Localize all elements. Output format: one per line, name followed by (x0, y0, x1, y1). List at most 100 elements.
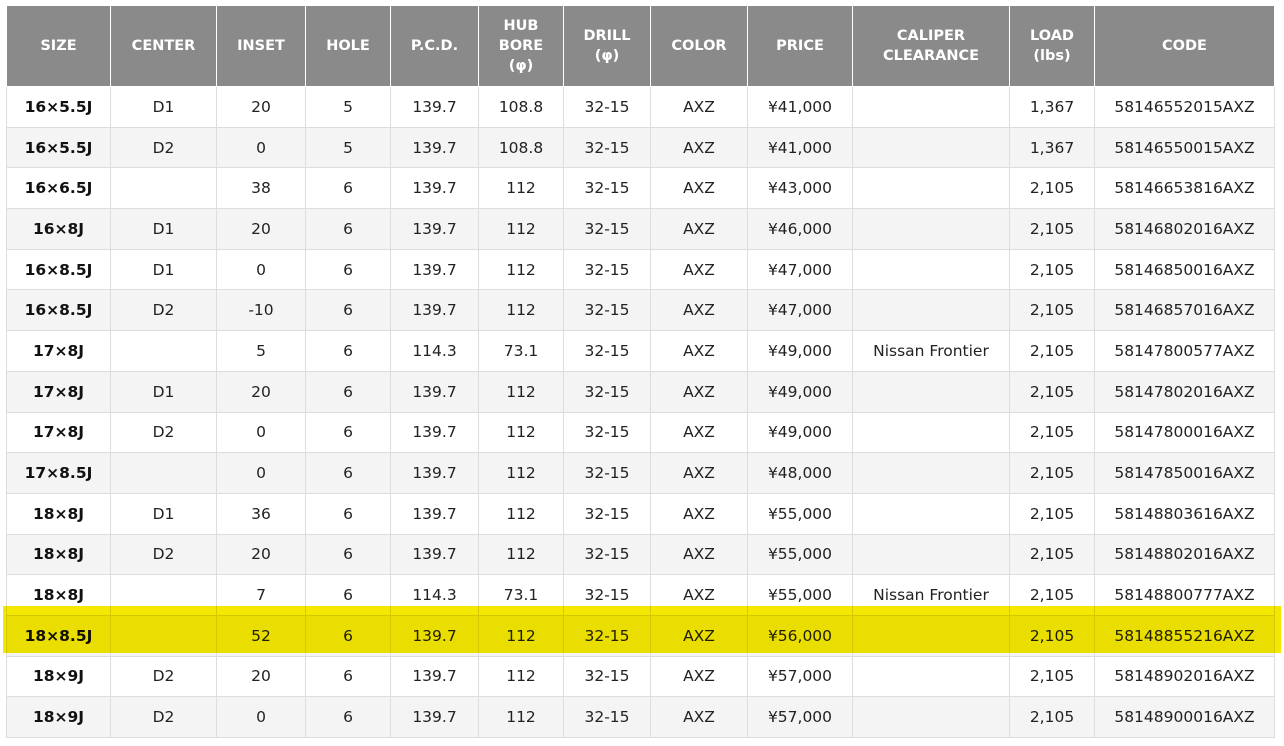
cell-caliper-clearance (852, 86, 1010, 128)
cell-center: D2 (110, 411, 217, 454)
cell-color: AXZ (650, 411, 748, 454)
cell-inset: 0 (216, 248, 306, 291)
cell-hole: 6 (305, 208, 391, 250)
column-header-text: CODE (1162, 38, 1207, 54)
cell-hub-bore: 108.8 (478, 126, 564, 169)
cell-code: 58147850016AXZ (1094, 452, 1275, 494)
cell-caliper-clearance (852, 411, 1010, 454)
cell-pcd: 139.7 (390, 533, 479, 576)
cell-hub-bore: 112 (478, 289, 564, 332)
cell-inset: 20 (216, 86, 306, 128)
cell-inset: 5 (216, 330, 306, 372)
cell-load: 2,105 (1009, 655, 1095, 698)
cell-color: AXZ (650, 248, 748, 291)
cell-load: 1,367 (1009, 126, 1095, 169)
cell-hole: 6 (305, 574, 391, 616)
cell-load: 2,105 (1009, 492, 1095, 535)
cell-hole: 5 (305, 86, 391, 128)
cell-color: AXZ (650, 452, 748, 494)
column-header-caliper-clearance: CALIPER CLEARANCE (852, 5, 1010, 87)
cell-inset: 20 (216, 370, 306, 413)
cell-inset: 38 (216, 167, 306, 210)
cell-code: 58147800016AXZ (1094, 411, 1275, 454)
cell-hole: 6 (305, 696, 391, 738)
column-header-load: LOAD (lbs) (1009, 5, 1095, 87)
cell-caliper-clearance (852, 289, 1010, 332)
cell-hole: 6 (305, 289, 391, 332)
cell-hub-bore: 108.8 (478, 86, 564, 128)
cell-price: ¥55,000 (747, 533, 853, 576)
column-header-text: CALIPER (896, 28, 966, 44)
cell-pcd: 139.7 (390, 696, 479, 738)
cell-price: ¥55,000 (747, 492, 853, 535)
cell-center (110, 330, 217, 372)
table-row: 16×6.5J 38 6 139.7 112 32-15 AXZ ¥43,000 2,105 58… (6, 167, 1275, 210)
cell-price: ¥46,000 (747, 208, 853, 250)
column-header-hub-bore: HUB BORE (φ) (478, 5, 564, 87)
table-row: 16×8J D1 20 6 139.7 112 32-15 AXZ ¥46,000 2,105 58… (6, 208, 1275, 250)
cell-caliper-clearance (852, 167, 1010, 210)
cell-code: 58148800777AXZ (1094, 574, 1275, 616)
cell-center: D2 (110, 533, 217, 576)
cell-size: 18×8J (6, 533, 111, 576)
cell-color: AXZ (650, 208, 748, 250)
cell-hole: 6 (305, 370, 391, 413)
cell-load: 2,105 (1009, 614, 1095, 657)
column-header-text: CLEARANCE (882, 48, 980, 64)
cell-caliper-clearance (852, 696, 1010, 738)
cell-price: ¥43,000 (747, 167, 853, 210)
cell-inset: 0 (216, 696, 306, 738)
cell-hole: 6 (305, 533, 391, 576)
cell-color: AXZ (650, 167, 748, 210)
cell-caliper-clearance (852, 655, 1010, 698)
cell-size: 17×8J (6, 330, 111, 372)
cell-hub-bore: 73.1 (478, 330, 564, 372)
column-header-text: HUB (503, 18, 539, 34)
table-row: 18×9J D2 0 6 139.7 112 32-15 AXZ ¥57,000 2,105 581… (6, 696, 1275, 738)
cell-code: 58148802016AXZ (1094, 533, 1275, 576)
cell-code: 58147800577AXZ (1094, 330, 1275, 372)
cell-pcd: 139.7 (390, 126, 479, 169)
cell-center: D2 (110, 289, 217, 332)
cell-center (110, 452, 217, 494)
cell-inset: 52 (216, 614, 306, 657)
cell-caliper-clearance (852, 370, 1010, 413)
cell-hub-bore: 112 (478, 208, 564, 250)
cell-size: 18×8J (6, 574, 111, 616)
cell-price: ¥47,000 (747, 289, 853, 332)
cell-pcd: 114.3 (390, 574, 479, 616)
cell-inset: 20 (216, 208, 306, 250)
cell-size: 18×8J (6, 492, 111, 535)
cell-hub-bore: 112 (478, 452, 564, 494)
cell-caliper-clearance (852, 492, 1010, 535)
cell-code: 58148902016AXZ (1094, 655, 1275, 698)
table-header: SIZE CENTER INSET HOLE P.C.D. HUB BORE (φ) DRILL… (6, 5, 1275, 87)
cell-size: 16×8.5J (6, 289, 111, 332)
cell-caliper-clearance: Nissan Frontier (852, 330, 1010, 372)
column-header-text: BORE (498, 38, 544, 54)
cell-drill: 32-15 (563, 248, 651, 291)
column-header-text: DRILL (583, 28, 631, 44)
cell-drill: 32-15 (563, 126, 651, 169)
column-header-text: PRICE (776, 38, 824, 54)
column-header-text: (φ) (508, 58, 534, 74)
column-header-text: LOAD (1030, 28, 1074, 44)
cell-pcd: 114.3 (390, 330, 479, 372)
cell-pcd: 139.7 (390, 492, 479, 535)
cell-color: AXZ (650, 614, 748, 657)
cell-color: AXZ (650, 655, 748, 698)
cell-pcd: 139.7 (390, 167, 479, 210)
column-header-size: SIZE (6, 5, 111, 87)
cell-hub-bore: 112 (478, 696, 564, 738)
cell-price: ¥41,000 (747, 126, 853, 169)
cell-drill: 32-15 (563, 289, 651, 332)
cell-drill: 32-15 (563, 696, 651, 738)
column-header-text: (φ) (594, 48, 620, 64)
cell-hub-bore: 112 (478, 614, 564, 657)
cell-drill: 32-15 (563, 86, 651, 128)
cell-center: D2 (110, 126, 217, 169)
cell-load: 2,105 (1009, 533, 1095, 576)
cell-pcd: 139.7 (390, 208, 479, 250)
column-header-hole: HOLE (305, 5, 391, 87)
cell-drill: 32-15 (563, 330, 651, 372)
